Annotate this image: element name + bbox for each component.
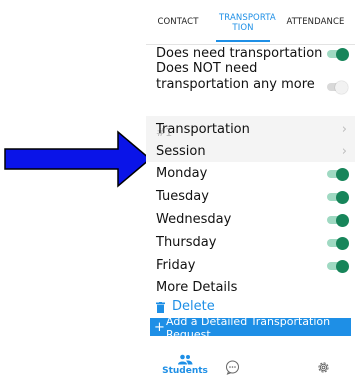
tab-bar: CONTACT TRANSPORTA TION ATTENDANCE [146, 0, 355, 45]
active-tab-indicator [216, 40, 270, 42]
bottom-navigation: Students [146, 350, 355, 382]
day-row-tuesday[interactable]: Tuesday [146, 185, 355, 208]
plus-icon: + [154, 320, 165, 335]
delete-button[interactable]: Delete [146, 296, 355, 317]
settings-icon [317, 362, 329, 373]
day-row-friday[interactable]: Friday [146, 254, 355, 277]
students-icon [178, 354, 193, 365]
wednesday-toggle[interactable] [327, 213, 349, 227]
nav-settings[interactable] [308, 360, 338, 375]
friday-toggle[interactable] [327, 259, 349, 273]
day-row-wednesday[interactable]: Wednesday [146, 208, 355, 231]
tab-attendance[interactable]: ATTENDANCE [276, 0, 355, 44]
transportation-need-options: Does need transportation Does NOT need t… [146, 44, 355, 116]
monday-toggle[interactable] [327, 167, 349, 181]
add-detailed-request-button[interactable]: + Add a Detailed Transportation Request [150, 318, 351, 336]
day-row-thursday[interactable]: Thursday [146, 231, 355, 254]
app-screen: CONTACT TRANSPORTA TION ATTENDANCE Does … [146, 0, 355, 382]
chevron-right-icon: › [341, 121, 347, 137]
transportation-row[interactable]: Transportation › [146, 118, 355, 140]
session-row[interactable]: Session › [146, 140, 355, 162]
option-no-transportation[interactable]: Does NOT need transportation any more [146, 61, 355, 116]
no-transportation-toggle[interactable] [327, 80, 348, 94]
tuesday-toggle[interactable] [327, 190, 349, 204]
nav-chat[interactable] [217, 360, 247, 375]
chevron-right-icon: › [341, 143, 347, 159]
nav-students[interactable]: Students [160, 354, 210, 376]
arrow-annotation [4, 130, 152, 188]
more-details-row[interactable]: More Details [146, 277, 355, 298]
chat-icon [225, 360, 239, 375]
needs-transportation-toggle[interactable] [327, 47, 349, 61]
thursday-toggle[interactable] [327, 236, 349, 250]
day-row-monday[interactable]: Monday [146, 162, 355, 185]
trash-icon [156, 302, 165, 313]
tab-contact[interactable]: CONTACT [146, 0, 210, 44]
tab-transportation[interactable]: TRANSPORTA TION [210, 0, 276, 44]
